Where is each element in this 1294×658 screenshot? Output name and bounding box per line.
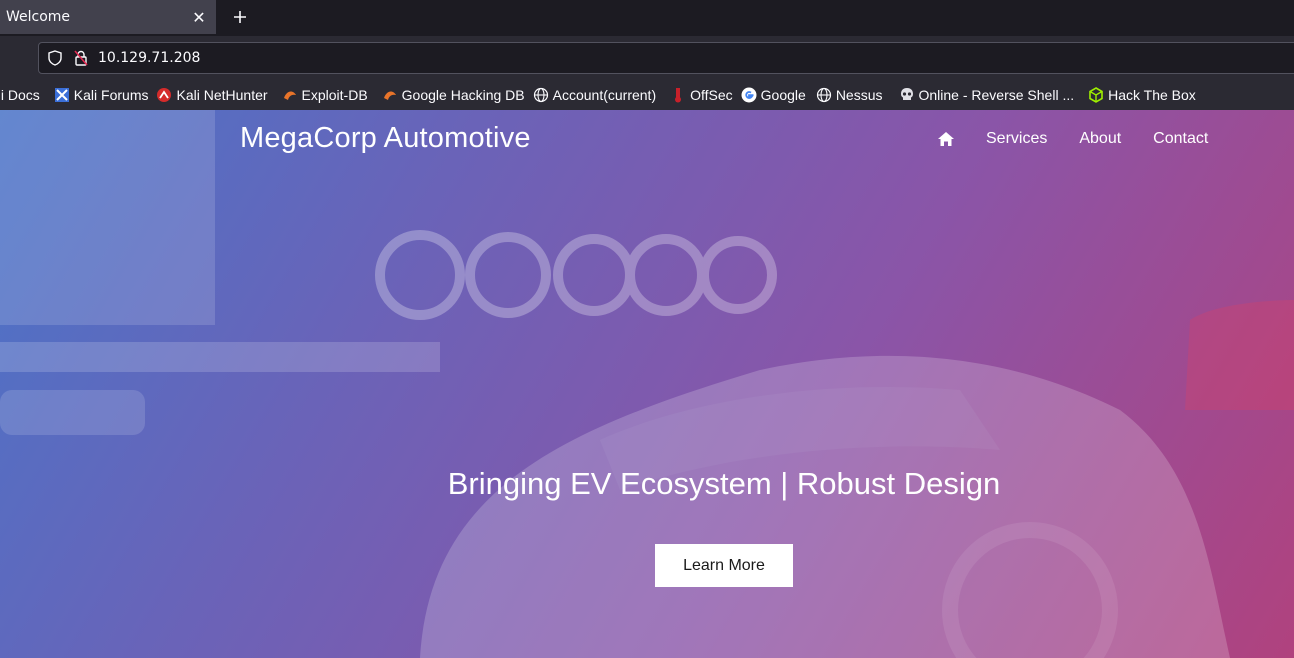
close-icon[interactable]: ✕: [188, 6, 210, 28]
learn-more-button[interactable]: Learn More: [655, 544, 793, 587]
exploit-db-icon: [282, 87, 298, 103]
site-nav: Services About Contact: [938, 130, 1240, 148]
kali-nethunter-icon: [156, 87, 172, 103]
bookmark-google[interactable]: Google: [737, 82, 810, 108]
url-text[interactable]: 10.129.71.208: [98, 50, 200, 66]
nav-link-contact[interactable]: Contact: [1153, 130, 1208, 148]
bookmark-label: Nessus: [835, 87, 883, 103]
bookmark-label: Hack The Box: [1108, 87, 1196, 103]
bookmark-label: ali Docs: [0, 87, 40, 103]
bookmark-account-current[interactable]: Account(current): [529, 82, 660, 108]
bookmarks-toolbar: ali Docs Kali Forums Kali NetHunter Expl…: [0, 80, 1294, 110]
shield-icon[interactable]: [47, 50, 63, 66]
browser-tab[interactable]: Welcome ✕: [0, 0, 216, 34]
ghdb-icon: [382, 87, 398, 103]
tab-title: Welcome: [6, 9, 71, 25]
globe-icon: [533, 87, 549, 103]
tab-strip: Welcome ✕: [0, 0, 1294, 36]
kali-forums-icon: [54, 87, 70, 103]
hero-title: Bringing EV Ecosystem | Robust Design: [447, 466, 1001, 501]
bookmark-google-hacking-db[interactable]: Google Hacking DB: [378, 82, 529, 108]
bookmark-exploit-db[interactable]: Exploit-DB: [278, 82, 372, 108]
bookmark-label: Kali NetHunter: [176, 87, 268, 103]
bookmark-reverse-shell[interactable]: Online - Reverse Shell ...: [895, 82, 1079, 108]
htb-cube-icon: [1088, 87, 1104, 103]
bookmark-kali-docs[interactable]: ali Docs: [0, 82, 44, 108]
bookmark-offsec[interactable]: OffSec: [666, 82, 737, 108]
globe-icon: [816, 87, 832, 103]
bookmark-label: Google Hacking DB: [401, 87, 525, 103]
bookmark-nessus[interactable]: Nessus: [812, 82, 887, 108]
navigation-bar: 10.129.71.208: [0, 36, 1294, 80]
nav-link-about[interactable]: About: [1079, 130, 1121, 148]
bookmark-label: Online - Reverse Shell ...: [918, 87, 1075, 103]
showroom-background-image: [0, 110, 1294, 658]
bookmark-label: OffSec: [690, 87, 733, 103]
nav-link-services[interactable]: Services: [986, 130, 1047, 148]
bookmark-kali-forums[interactable]: Kali Forums: [50, 82, 153, 108]
insecure-lock-icon[interactable]: [73, 50, 89, 66]
bookmark-label: Kali Forums: [73, 87, 149, 103]
bookmark-hack-the-box[interactable]: Hack The Box: [1084, 82, 1200, 108]
offsec-icon: [670, 87, 686, 103]
site-brand[interactable]: MegaCorp Automotive: [240, 122, 531, 155]
url-bar[interactable]: 10.129.71.208: [38, 42, 1294, 74]
skull-icon: [899, 87, 915, 103]
bookmark-label: Account(current): [552, 87, 657, 103]
home-icon[interactable]: [938, 130, 956, 148]
plus-icon[interactable]: [228, 5, 252, 29]
google-icon: [741, 87, 757, 103]
web-page: MegaCorp Automotive Services About Conta…: [0, 110, 1294, 658]
bookmark-label: Google: [760, 87, 806, 103]
bookmark-label: Exploit-DB: [301, 87, 368, 103]
bookmark-kali-nethunter[interactable]: Kali NetHunter: [152, 82, 271, 108]
